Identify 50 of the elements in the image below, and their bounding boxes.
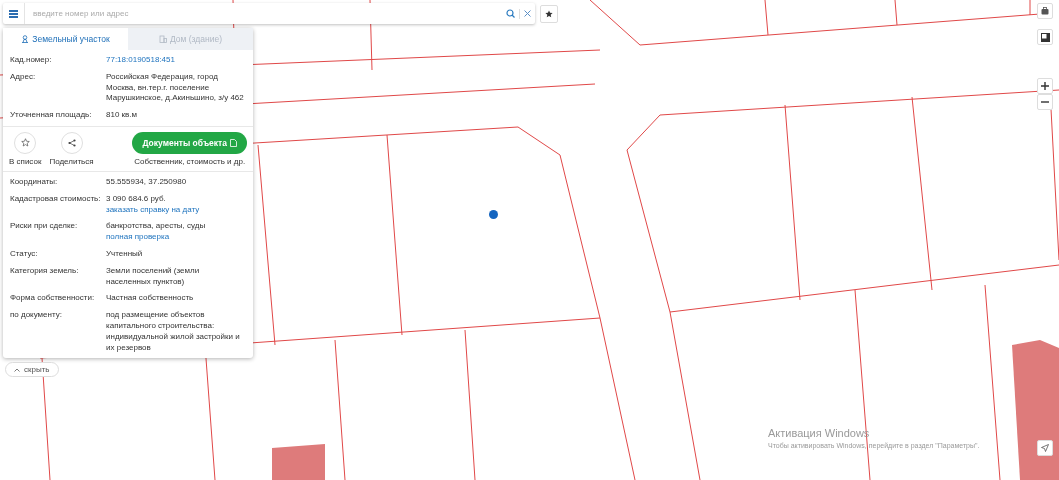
- field-label: Уточненная площадь:: [10, 110, 93, 121]
- field-value: Учтенный: [106, 248, 144, 260]
- field-label: по документу:: [10, 310, 63, 322]
- star-icon: [545, 9, 553, 18]
- zoom-in-button[interactable]: [1037, 78, 1053, 94]
- field-label: Форма собственности:: [10, 293, 96, 305]
- locate-button[interactable]: [1037, 440, 1053, 456]
- menu-icon: [9, 9, 18, 18]
- field-value: Частная собственность: [106, 293, 195, 305]
- square-icon: [1040, 32, 1050, 42]
- layers-button[interactable]: [1037, 29, 1053, 45]
- field-label: Категория земель:: [10, 265, 80, 277]
- documents-button[interactable]: Документы объекта: [132, 132, 247, 154]
- favorites-button[interactable]: [540, 4, 558, 23]
- documents-caption: Собственник, стоимость и др.: [134, 157, 246, 166]
- search-icon[interactable]: [506, 9, 515, 18]
- chevron-up-icon: [14, 367, 20, 372]
- building-icon: [159, 35, 167, 43]
- field-label: Кадастровая стоимость:: [10, 193, 102, 205]
- close-icon[interactable]: [524, 10, 531, 17]
- star-icon: [20, 138, 30, 148]
- location-marker: [489, 210, 498, 219]
- field-value: 3 090 684.6 руб.: [106, 193, 167, 205]
- field-label: Статус:: [10, 248, 39, 260]
- detail-link[interactable]: заказать справку на дату: [106, 204, 246, 216]
- share-icon: [67, 139, 76, 147]
- person-icon: [21, 35, 30, 43]
- arrow-icon: [1041, 444, 1049, 452]
- hide-button[interactable]: скрыть: [5, 362, 59, 378]
- field-value: под размещение объектов капитального строительства: индивидуальной жилой застройки и их резервов: [106, 310, 241, 354]
- tab[interactable]: Земельный участок: [3, 28, 128, 50]
- add-to-list-button[interactable]: В список: [9, 132, 42, 166]
- field-value: Российская Федерация, город Москва, вн.тер.г. поселение Марушкинское, д.Акиньшино, з/у 462: [106, 71, 245, 105]
- field-value: 810 кв.м: [106, 110, 139, 121]
- field-label: Риски при сделке:: [10, 221, 79, 233]
- cadastral-number-link[interactable]: 77:18:0190518:451: [106, 55, 246, 66]
- field-value: 55.555934, 37.250980: [106, 177, 188, 188]
- detail-link[interactable]: полная проверка: [106, 232, 246, 243]
- briefcase-icon: [1041, 7, 1049, 15]
- share-button[interactable]: Поделиться: [49, 132, 94, 166]
- field-label: Кад.номер:: [10, 55, 53, 66]
- document-icon: [230, 139, 237, 147]
- briefcase-button[interactable]: [1037, 3, 1053, 19]
- zoom-out-button[interactable]: [1037, 94, 1053, 110]
- field-value: Земли поселений (земли населенных пунктов): [106, 265, 201, 288]
- field-value: банкротства, аресты, суды: [106, 221, 207, 233]
- field-label: Координаты:: [10, 177, 59, 188]
- field-label: Адрес:: [10, 71, 37, 83]
- minus-icon: [1041, 98, 1049, 106]
- plus-icon: [1041, 82, 1049, 90]
